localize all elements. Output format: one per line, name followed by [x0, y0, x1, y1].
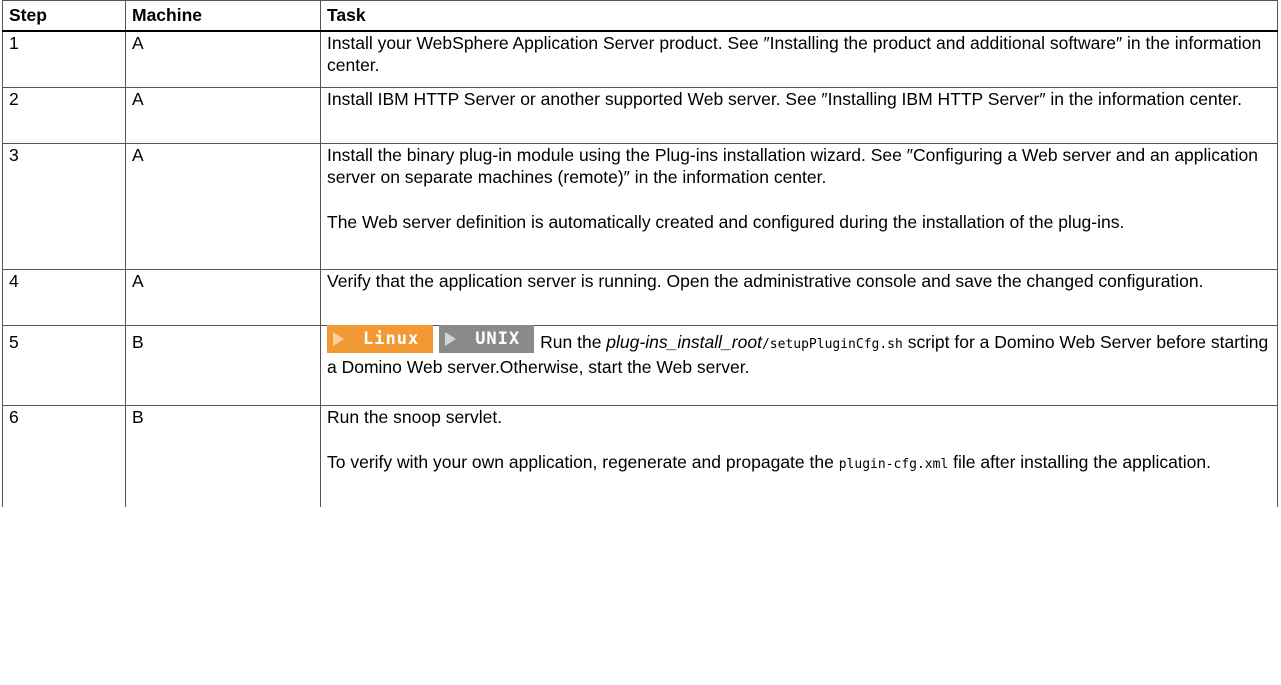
unix-badge-label: UNIX — [475, 328, 521, 349]
header-task: Task — [320, 0, 1278, 32]
play-arrow-icon — [445, 331, 457, 346]
machine-label: A — [125, 142, 321, 270]
linux-badge-label: Linux — [363, 328, 420, 349]
table-row: 6 B Run the snoop servlet. To verify wit… — [2, 404, 1278, 507]
machine-label: B — [125, 324, 321, 406]
installation-steps-table: Step Machine Task 1 A Install your WebSp… — [2, 0, 1278, 507]
task-text: Linux UNIX Run the plug-ins_install_root/s… — [327, 324, 1271, 378]
table-row: 1 A Install your WebSphere Application S… — [2, 30, 1278, 88]
machine-label: B — [125, 404, 321, 507]
task-cell: Install your WebSphere Application Serve… — [320, 30, 1278, 88]
task-note-suffix: file after installing the application. — [948, 451, 1211, 472]
unix-platform-badge: UNIX — [439, 324, 535, 353]
step-number: 4 — [2, 268, 126, 326]
task-cell: Install the binary plug-in module using … — [320, 142, 1278, 270]
machine-label: A — [125, 268, 321, 326]
table-row: 3 A Install the binary plug-in module us… — [2, 142, 1278, 270]
script-filename: /setupPluginCfg.sh — [761, 336, 903, 352]
task-cell: Linux UNIX Run the plug-ins_install_root/s… — [320, 324, 1278, 406]
task-note: To verify with your own application, reg… — [327, 451, 1271, 476]
header-machine: Machine — [125, 0, 321, 32]
step-number: 1 — [2, 30, 126, 88]
header-step: Step — [2, 0, 126, 32]
task-text: Run the snoop servlet. — [327, 406, 503, 427]
task-note: The Web server definition is automatical… — [327, 211, 1125, 232]
step-number: 6 — [2, 404, 126, 507]
task-text: Verify that the application server is ru… — [327, 270, 1204, 291]
step-number: 5 — [2, 324, 126, 406]
table-row: 5 B Linux UNIX Run the plug-ins_install_ro… — [2, 324, 1278, 406]
config-filename: plugin-cfg.xml — [838, 456, 949, 472]
install-root-variable: plug-ins_install_root — [606, 331, 762, 352]
task-text: Install your WebSphere Application Serve… — [327, 33, 1262, 75]
task-cell: Run the snoop servlet. To verify with yo… — [320, 404, 1278, 507]
task-text: Install the binary plug-in module using … — [327, 144, 1258, 187]
table-header-row: Step Machine Task — [2, 0, 1278, 32]
task-note-prefix: To verify with your own application, reg… — [327, 451, 839, 472]
machine-label: A — [125, 30, 321, 88]
table-row: 2 A Install IBM HTTP Server or another s… — [2, 86, 1278, 144]
task-text: Install IBM HTTP Server or another suppo… — [327, 88, 1243, 109]
task-prefix: Run the — [540, 331, 607, 352]
task-cell: Verify that the application server is ru… — [320, 268, 1278, 326]
linux-platform-badge: Linux — [327, 324, 434, 353]
step-number: 3 — [2, 142, 126, 270]
task-cell: Install IBM HTTP Server or another suppo… — [320, 86, 1278, 144]
table-row: 4 A Verify that the application server i… — [2, 268, 1278, 326]
play-arrow-icon — [333, 331, 344, 346]
machine-label: A — [125, 86, 321, 144]
step-number: 2 — [2, 86, 126, 144]
